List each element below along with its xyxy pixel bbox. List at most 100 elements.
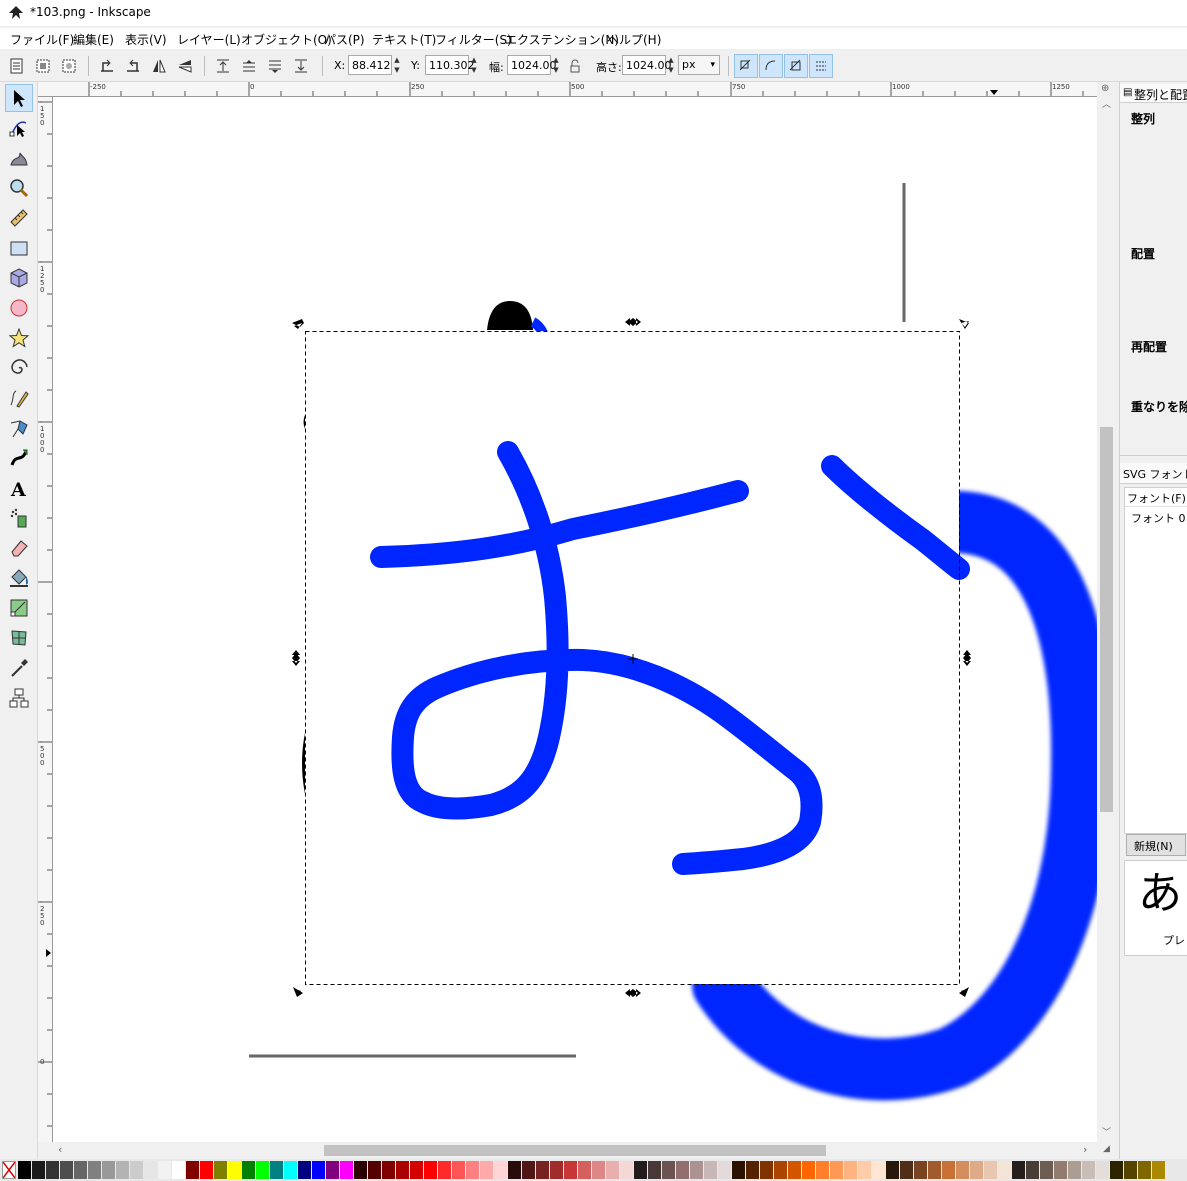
drawing-canvas[interactable] [53, 97, 1097, 1142]
color-swatch[interactable] [984, 1161, 997, 1179]
color-swatch[interactable] [872, 1161, 885, 1179]
color-swatch[interactable] [760, 1161, 773, 1179]
color-swatch[interactable] [158, 1161, 171, 1179]
star-tool-icon[interactable] [5, 324, 33, 352]
color-swatch[interactable] [228, 1161, 241, 1179]
color-swatch[interactable] [858, 1161, 871, 1179]
color-swatch[interactable] [312, 1161, 325, 1179]
horizontal-ruler[interactable]: -250 0 250 500 750 1000 1250 [38, 82, 1098, 97]
color-swatch[interactable] [1096, 1161, 1109, 1179]
color-swatch[interactable] [466, 1161, 479, 1179]
3d-box-tool-icon[interactable] [5, 264, 33, 292]
resize-handle-e[interactable] [963, 650, 971, 666]
color-swatch[interactable] [452, 1161, 465, 1179]
scroll-right-icon[interactable]: › [1083, 1143, 1087, 1156]
mesh-tool-icon[interactable] [5, 624, 33, 652]
select-all-icon[interactable] [6, 55, 28, 77]
vertical-scroll-thumb[interactable] [1100, 427, 1113, 812]
color-swatch[interactable] [214, 1161, 227, 1179]
color-swatch[interactable] [1152, 1161, 1165, 1179]
horizontal-scroll-thumb[interactable] [324, 1145, 826, 1156]
resize-handle-w[interactable] [292, 650, 300, 666]
color-swatch[interactable] [88, 1161, 101, 1179]
resize-handle-se[interactable] [959, 987, 969, 997]
vertical-scrollbar[interactable]: ⊕ ︿ ﹀ [1097, 82, 1117, 1142]
color-swatch[interactable] [1082, 1161, 1095, 1179]
color-swatch[interactable] [550, 1161, 563, 1179]
color-swatch[interactable] [634, 1161, 647, 1179]
color-swatch[interactable] [718, 1161, 731, 1179]
color-swatch[interactable] [172, 1161, 185, 1179]
color-swatch[interactable] [648, 1161, 661, 1179]
svg-font-editor-tab[interactable]: SVG フォントエディター [1120, 463, 1187, 484]
color-swatch[interactable] [676, 1161, 689, 1179]
color-swatch[interactable] [102, 1161, 115, 1179]
rotate-ccw-icon[interactable] [96, 55, 118, 77]
spiral-tool-icon[interactable] [5, 354, 33, 382]
color-swatch[interactable] [494, 1161, 507, 1179]
color-swatch[interactable] [60, 1161, 73, 1179]
width-spin-arrows-icon[interactable]: ▲ ▼ [551, 55, 561, 75]
color-swatch[interactable] [592, 1161, 605, 1179]
color-swatch[interactable] [130, 1161, 143, 1179]
color-swatch[interactable] [396, 1161, 409, 1179]
color-swatch[interactable] [774, 1161, 787, 1179]
unit-select[interactable]: px ▾ [678, 55, 720, 75]
lock-ratio-icon[interactable] [566, 55, 584, 77]
gradient-tool-icon[interactable] [5, 594, 33, 622]
color-swatch[interactable] [438, 1161, 451, 1179]
vertical-ruler[interactable]: -150 -1250 -1000 -500 -250 0 [38, 97, 53, 1142]
color-swatch[interactable] [956, 1161, 969, 1179]
flip-horizontal-icon[interactable] [148, 55, 170, 77]
color-swatch[interactable] [144, 1161, 157, 1179]
color-swatch[interactable] [424, 1161, 437, 1179]
color-swatch[interactable] [1110, 1161, 1123, 1179]
rotate-cw-icon[interactable] [122, 55, 144, 77]
color-swatch[interactable] [18, 1161, 31, 1179]
paint-bucket-tool-icon[interactable] [5, 564, 33, 592]
y-spin-arrows-icon[interactable]: ▲ ▼ [469, 55, 479, 75]
no-paint-swatch[interactable] [2, 1161, 16, 1179]
x-spin-arrows-icon[interactable]: ▲ ▼ [392, 55, 402, 75]
color-swatch[interactable] [284, 1161, 297, 1179]
color-swatch[interactable] [900, 1161, 913, 1179]
color-swatch[interactable] [46, 1161, 59, 1179]
new-font-button[interactable]: 新規(N) [1126, 834, 1186, 856]
color-swatch[interactable] [382, 1161, 395, 1179]
color-swatch[interactable] [844, 1161, 857, 1179]
y-input[interactable]: 110.302 [425, 55, 475, 75]
color-swatch[interactable] [340, 1161, 353, 1179]
color-swatch[interactable] [326, 1161, 339, 1179]
raise-to-top-icon[interactable] [212, 55, 234, 77]
scroll-left-icon[interactable]: ‹ [58, 1143, 62, 1156]
color-swatch[interactable] [970, 1161, 983, 1179]
color-swatch[interactable] [200, 1161, 213, 1179]
deselect-icon[interactable] [58, 55, 80, 77]
color-swatch[interactable] [1012, 1161, 1025, 1179]
color-swatch[interactable] [298, 1161, 311, 1179]
measure-tool-icon[interactable] [5, 204, 33, 232]
menu-layer[interactable]: レイヤー(L) [177, 31, 241, 48]
height-input[interactable]: 1024.00 [622, 55, 672, 75]
menu-text[interactable]: テキスト(T) [372, 31, 436, 48]
color-swatch[interactable] [410, 1161, 423, 1179]
menu-help[interactable]: ヘルプ(H) [607, 31, 661, 48]
color-swatch[interactable] [620, 1161, 633, 1179]
color-swatch[interactable] [928, 1161, 941, 1179]
color-swatch[interactable] [242, 1161, 255, 1179]
color-swatch[interactable] [256, 1161, 269, 1179]
transform-gradients-icon[interactable] [784, 54, 808, 78]
tweak-tool-icon[interactable] [5, 144, 33, 172]
width-input[interactable]: 1024.00 [507, 55, 557, 75]
menu-edit[interactable]: 編集(E) [73, 31, 114, 48]
horizontal-scrollbar[interactable]: ‹ › [53, 1142, 1097, 1159]
x-input[interactable]: 88.412 [348, 55, 392, 75]
resize-handle-n[interactable] [625, 318, 641, 326]
color-swatch[interactable] [704, 1161, 717, 1179]
menu-file[interactable]: ファイル(F) [10, 31, 74, 48]
color-swatch[interactable] [1054, 1161, 1067, 1179]
color-swatch[interactable] [732, 1161, 745, 1179]
eraser-tool-icon[interactable] [5, 534, 33, 562]
dropper-tool-icon[interactable] [5, 654, 33, 682]
flip-vertical-icon[interactable] [174, 55, 196, 77]
